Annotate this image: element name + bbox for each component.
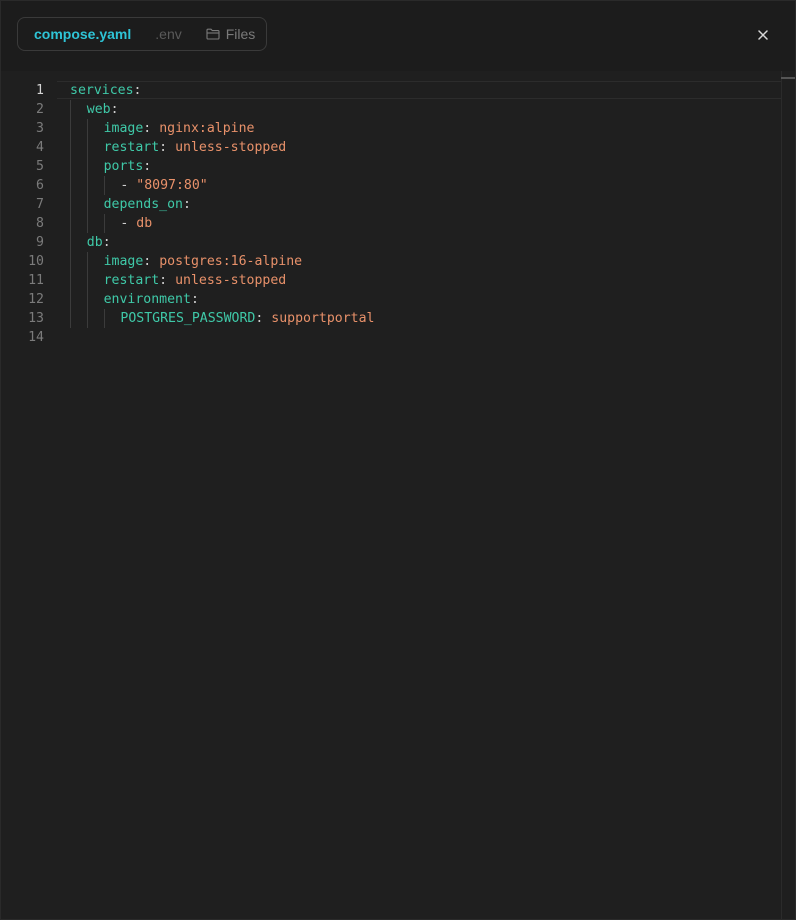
close-button[interactable]	[753, 25, 773, 45]
line-number: 6	[36, 178, 44, 193]
editor-modal: compose.yaml .env Files 1 services: 2 web: 3…	[0, 0, 796, 920]
line-number: 4	[36, 140, 44, 155]
yaml-key: image	[103, 254, 144, 269]
code-line: 2 web:	[1, 100, 781, 119]
line-number: 1	[36, 83, 44, 98]
yaml-key: db	[86, 235, 103, 250]
code-line: 12 environment:	[1, 290, 781, 309]
code-line: 1 services:	[1, 81, 781, 100]
yaml-value: unless-stopped	[175, 140, 287, 155]
line-code: ports:	[104, 157, 152, 176]
yaml-separator: :	[143, 159, 152, 174]
yaml-key: environment	[103, 292, 191, 307]
indent-guide	[70, 100, 71, 328]
line-number: 14	[28, 330, 44, 345]
line-code: db:	[87, 233, 111, 252]
yaml-separator: :	[183, 197, 191, 212]
yaml-key: depends_on	[103, 197, 183, 212]
yaml-value: supportportal	[271, 311, 375, 326]
line-code: services:	[70, 81, 141, 100]
yaml-separator: :	[255, 311, 272, 326]
yaml-key: web	[86, 102, 111, 117]
yaml-key: POSTGRES_PASSWORD	[120, 311, 256, 326]
yaml-value: "8097:80"	[136, 178, 208, 193]
yaml-key: services	[70, 83, 134, 98]
scrollbar[interactable]	[781, 71, 795, 919]
modal-header: compose.yaml .env Files	[1, 1, 795, 71]
yaml-key: restart	[103, 140, 160, 155]
line-code: POSTGRES_PASSWORD: supportportal	[120, 309, 374, 328]
line-number: 12	[28, 292, 44, 307]
line-number: 5	[36, 159, 44, 174]
line-number: 7	[36, 197, 44, 212]
code-line: 13 POSTGRES_PASSWORD: supportportal	[1, 309, 781, 328]
code-line: 10 image: postgres:16-alpine	[1, 252, 781, 271]
indent-guide	[86, 252, 88, 328]
line-code: restart: unless-stopped	[104, 138, 287, 157]
tab-env[interactable]: .env	[155, 17, 181, 51]
yaml-separator: :	[110, 102, 119, 117]
code-line: 14	[1, 328, 781, 347]
code-line: 4 restart: unless-stopped	[1, 138, 781, 157]
indent-guide	[86, 119, 88, 233]
yaml-separator: :	[133, 83, 142, 98]
yaml-separator: :	[102, 235, 111, 250]
line-number: 9	[36, 235, 44, 250]
line-code: depends_on:	[104, 195, 191, 214]
folder-icon	[206, 28, 220, 40]
yaml-key: restart	[103, 273, 160, 288]
line-code: image: postgres:16-alpine	[104, 252, 303, 271]
code-line: 9 db:	[1, 233, 781, 252]
tab-files-label: Files	[225, 26, 256, 42]
code-line: 7 depends_on:	[1, 195, 781, 214]
line-code: - db	[120, 214, 152, 233]
yaml-key: image	[103, 121, 144, 136]
code-line: 11 restart: unless-stopped	[1, 271, 781, 290]
line-code: - "8097:80"	[120, 176, 207, 195]
yaml-separator: :	[143, 121, 160, 136]
yaml-separator: :	[190, 292, 199, 307]
tab-compose-yaml[interactable]: compose.yaml	[34, 17, 131, 51]
yaml-value: postgres:16-alpine	[159, 254, 303, 269]
yaml-separator: :	[143, 254, 160, 269]
line-number: 13	[28, 311, 44, 326]
indent-guide	[103, 214, 105, 233]
code-line: 3 image: nginx:alpine	[1, 119, 781, 138]
tab-files[interactable]: Files	[206, 17, 256, 51]
close-icon	[758, 30, 768, 40]
indent-guide	[103, 309, 105, 328]
yaml-separator: -	[120, 216, 137, 231]
yaml-value: nginx:alpine	[159, 121, 255, 136]
line-number: 2	[36, 102, 44, 117]
yaml-value: unless-stopped	[175, 273, 287, 288]
yaml-separator: -	[120, 178, 137, 193]
code-line: 5 ports:	[1, 157, 781, 176]
indent-guide	[103, 176, 105, 195]
line-code: web:	[87, 100, 119, 119]
file-tabs: compose.yaml .env Files	[17, 17, 267, 51]
yaml-key: ports	[103, 159, 144, 174]
code-line: 8 - db	[1, 214, 781, 233]
line-code: image: nginx:alpine	[104, 119, 255, 138]
line-number: 11	[28, 273, 44, 288]
yaml-separator: :	[159, 273, 176, 288]
code-line: 6 - "8097:80"	[1, 176, 781, 195]
line-number: 3	[36, 121, 44, 136]
line-code: restart: unless-stopped	[104, 271, 287, 290]
yaml-separator: :	[159, 140, 176, 155]
line-number: 8	[36, 216, 44, 231]
yaml-value: db	[136, 216, 153, 231]
line-code: environment:	[104, 290, 199, 309]
code-editor[interactable]: 1 services: 2 web: 3 image: nginx:alpine 4 rest…	[1, 71, 795, 919]
scroll-position-marker	[781, 77, 795, 79]
line-number: 10	[28, 254, 44, 269]
